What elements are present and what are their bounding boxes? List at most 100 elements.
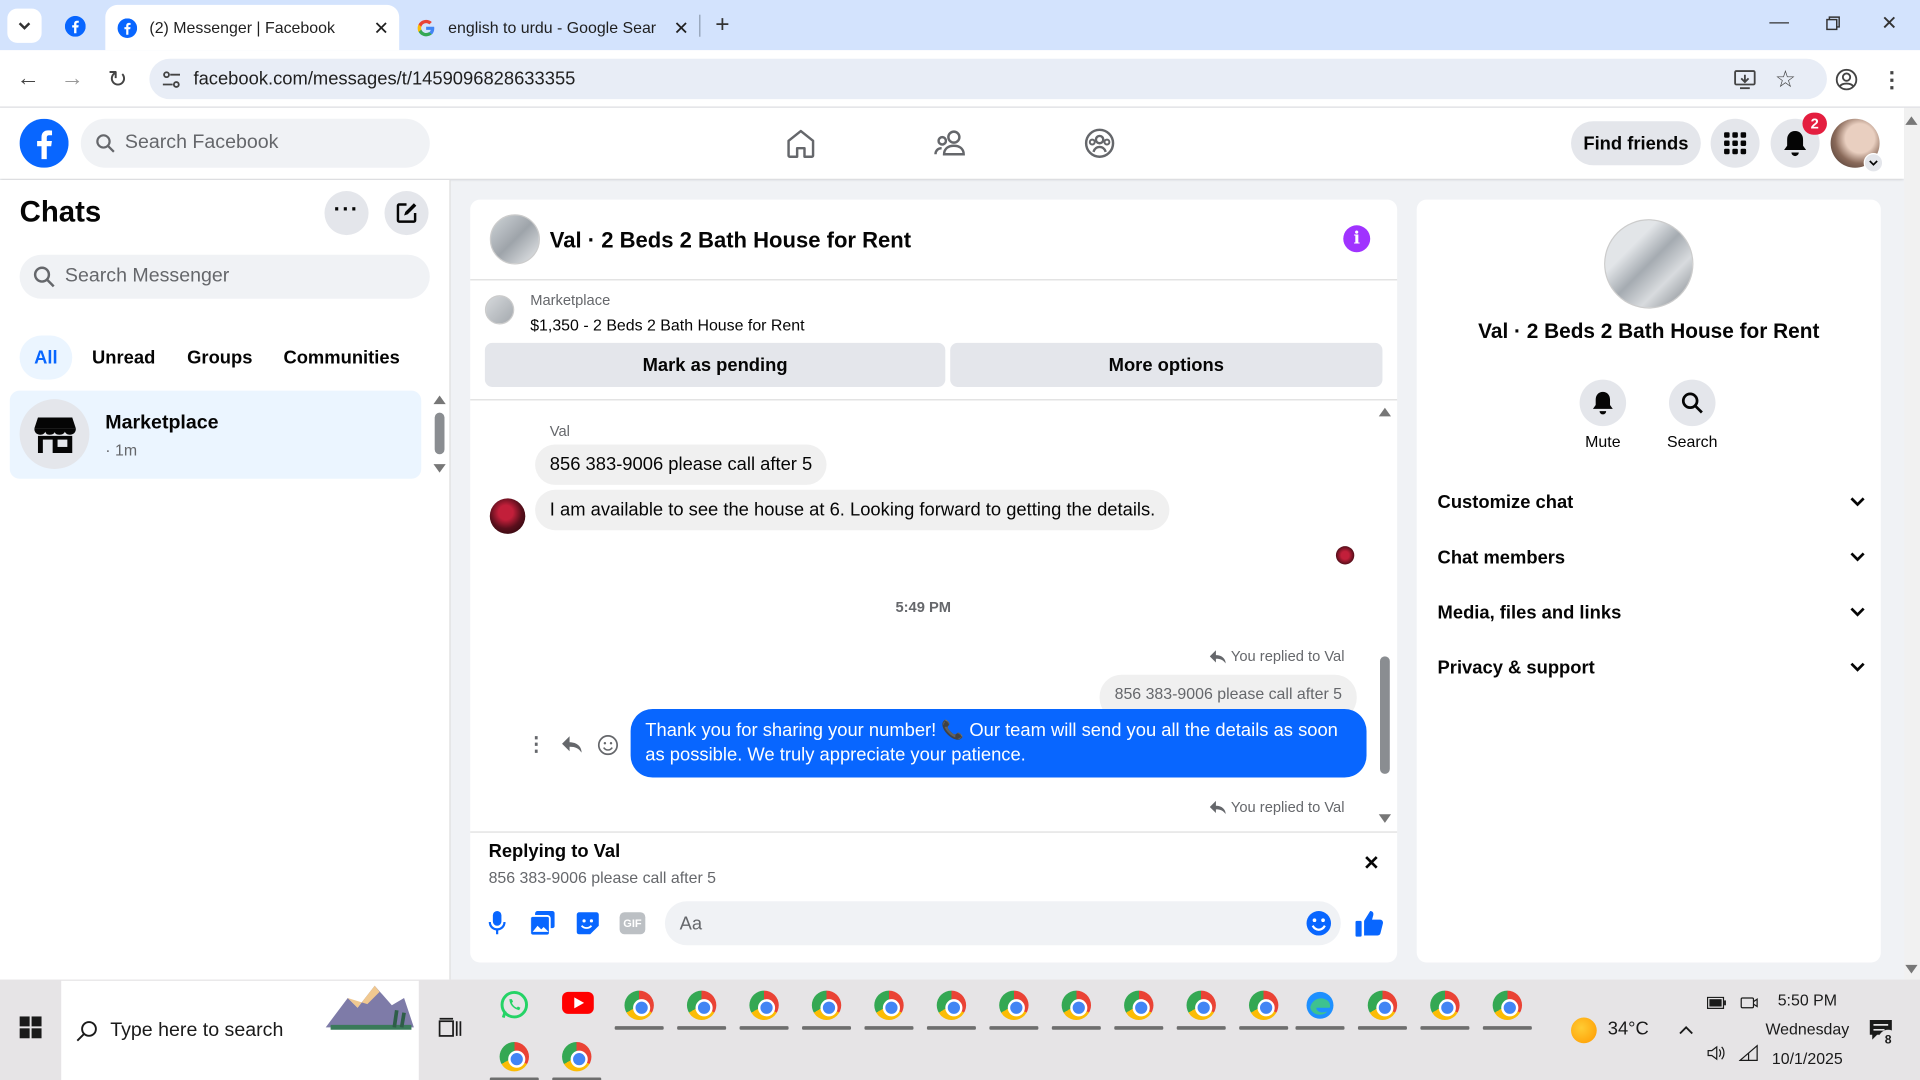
page-scrollbar-track[interactable] [1904, 107, 1920, 980]
react-button[interactable] [595, 733, 619, 755]
taskbar-app-chrome[interactable] [739, 983, 789, 1030]
search-in-conversation-button[interactable] [1668, 379, 1716, 427]
filter-communities[interactable]: Communities [274, 336, 409, 380]
find-friends-button[interactable]: Find friends [1571, 121, 1701, 166]
taskbar-app-chrome[interactable] [677, 983, 727, 1030]
forward-button[interactable]: → [56, 64, 88, 96]
chats-options-button[interactable]: ··· [324, 191, 369, 236]
tab-messenger[interactable]: (2) Messenger | Facebook ✕ [105, 4, 400, 51]
gif-button[interactable]: GIF [619, 912, 646, 935]
address-bar[interactable]: facebook.com/messages/t/1459096828633355 [149, 58, 1827, 100]
facebook-search-box[interactable]: Search Facebook [80, 118, 430, 168]
voice-clip-button[interactable] [484, 910, 511, 937]
taskbar-app-chrome[interactable] [864, 983, 914, 1030]
battery-icon[interactable] [1706, 994, 1728, 1011]
outgoing-message-bubble[interactable]: Thank you for sharing your number! 📞 Our… [630, 708, 1367, 778]
taskbar-app-chrome[interactable] [1051, 983, 1101, 1030]
filter-unread[interactable]: Unread [83, 336, 164, 380]
taskbar-app-chrome[interactable] [1239, 983, 1289, 1030]
section-privacy-support[interactable]: Privacy & support [1438, 649, 1867, 686]
reply-action-button[interactable] [560, 733, 584, 755]
site-info-icon[interactable] [149, 70, 193, 88]
thread-scroll-down[interactable] [1378, 814, 1392, 823]
chat-list-scroll-down[interactable] [433, 464, 446, 473]
mark-as-pending-button[interactable]: Mark as pending [484, 342, 946, 387]
browser-menu-icon[interactable]: ⋮ [1880, 65, 1904, 94]
cancel-reply-button[interactable]: ✕ [1359, 851, 1383, 875]
clock-day[interactable]: Wednesday [1763, 1020, 1851, 1038]
tab-google-search[interactable]: english to urdu - Google Search ✕ [404, 5, 695, 50]
messenger-search-box[interactable]: Search Messenger [19, 254, 430, 299]
back-button[interactable]: ← [12, 64, 44, 96]
like-button[interactable] [1354, 909, 1383, 938]
message-bubble[interactable]: I am available to see the house at 6. Lo… [535, 489, 1170, 531]
sticker-button[interactable] [574, 910, 601, 937]
section-media-files-links[interactable]: Media, files and links [1438, 594, 1867, 631]
minimize-window-button[interactable]: — [1763, 7, 1795, 39]
profile-icon[interactable] [1832, 65, 1861, 94]
nav-home-button[interactable] [769, 119, 833, 168]
weather-temperature[interactable]: 34°C [1608, 1019, 1649, 1040]
taskbar-app-chrome[interactable] [802, 983, 852, 1030]
taskbar-app-chrome[interactable] [1176, 983, 1226, 1030]
close-window-button[interactable]: ✕ [1873, 7, 1905, 39]
more-options-button[interactable]: More options [950, 342, 1383, 387]
taskbar-app-youtube[interactable] [552, 983, 601, 1030]
new-tab-button[interactable]: + [708, 10, 737, 39]
install-app-icon[interactable] [1730, 65, 1759, 94]
listing-title[interactable]: $1,350 - 2 Beds 2 Bath House for Rent [530, 316, 804, 334]
info-avatar[interactable] [1604, 219, 1694, 309]
conversation-info-button[interactable]: i [1343, 225, 1371, 253]
tray-overflow-button[interactable] [1674, 1018, 1698, 1042]
network-icon[interactable] [1738, 1043, 1760, 1063]
attach-media-button[interactable] [529, 910, 556, 937]
mute-button[interactable] [1579, 379, 1627, 427]
listing-thumbnail[interactable] [484, 295, 515, 325]
taskbar-app-chrome[interactable] [1482, 983, 1532, 1030]
message-bubble[interactable]: 856 383-9006 please call after 5 [535, 444, 827, 485]
pinned-facebook-tab[interactable] [59, 10, 91, 42]
section-chat-members[interactable]: Chat members [1438, 539, 1867, 576]
taskbar-app-chrome[interactable] [926, 983, 976, 1030]
tab-search-button[interactable] [7, 8, 42, 43]
taskbar-app-chrome[interactable] [989, 983, 1039, 1030]
taskbar-app-edge[interactable] [1295, 983, 1345, 1030]
volume-icon[interactable] [1706, 1043, 1728, 1063]
taskbar-app-whatsapp[interactable] [490, 983, 539, 1030]
facebook-logo[interactable] [19, 118, 69, 168]
taskbar-app-chrome[interactable] [614, 983, 664, 1030]
conversation-avatar[interactable] [489, 214, 541, 265]
message-more-icon[interactable]: ⋮ [525, 733, 547, 756]
close-tab-icon[interactable]: ✕ [373, 17, 388, 39]
nav-friends-button[interactable] [918, 119, 982, 168]
section-customize-chat[interactable]: Customize chat [1438, 484, 1867, 521]
chat-list-item[interactable]: Marketplace · 1m [9, 390, 422, 479]
taskbar-app-chrome[interactable] [1114, 983, 1164, 1030]
start-button[interactable] [10, 1007, 52, 1049]
message-thread[interactable]: Val 856 383-9006 please call after 5 I a… [470, 400, 1376, 831]
page-scroll-up[interactable] [1905, 116, 1918, 125]
taskbar-app-chrome[interactable] [1357, 983, 1407, 1030]
message-input[interactable]: Aa [664, 901, 1341, 946]
restore-window-button[interactable] [1817, 7, 1849, 39]
taskbar-app-chrome[interactable] [552, 1035, 602, 1080]
nav-groups-button[interactable] [1068, 119, 1132, 168]
new-message-button[interactable] [384, 191, 429, 236]
chat-list-scroll-up[interactable] [433, 395, 446, 405]
meet-now-icon[interactable] [1738, 994, 1760, 1011]
chat-list-scrollbar-thumb[interactable] [434, 412, 445, 455]
taskbar-app-chrome[interactable] [1420, 983, 1470, 1030]
filter-all[interactable]: All [19, 335, 73, 380]
thread-scroll-up[interactable] [1378, 407, 1392, 417]
taskbar-app-chrome[interactable] [489, 1035, 539, 1080]
bookmark-star-icon[interactable]: ☆ [1771, 65, 1800, 94]
reload-button[interactable]: ↻ [102, 64, 134, 96]
menu-button[interactable] [1710, 118, 1760, 168]
clock-date[interactable]: 10/1/2025 [1769, 1049, 1845, 1067]
task-view-button[interactable] [433, 1011, 467, 1045]
filter-groups[interactable]: Groups [179, 336, 261, 380]
emoji-button[interactable] [1305, 910, 1332, 937]
account-chevron-icon[interactable] [1863, 153, 1884, 173]
clock-time[interactable]: 5:50 PM [1769, 991, 1845, 1009]
thread-scrollbar-thumb[interactable] [1380, 656, 1390, 774]
